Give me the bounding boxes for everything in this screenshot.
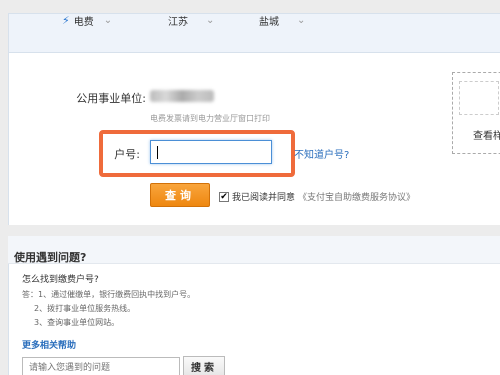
- query-button[interactable]: 查询: [150, 183, 210, 207]
- help-answer-2: 2、拨打事业单位服务热线。: [34, 304, 136, 313]
- help-search-button[interactable]: 搜索: [183, 356, 225, 375]
- lightning-icon: ⚡: [62, 14, 70, 27]
- baidu-watermark: Baidu 经验 jingyan.baidu.com: [376, 333, 496, 371]
- more-help-label: 更多相关帮助: [22, 341, 77, 351]
- forgot-account-link[interactable]: 不知道户号?: [294, 146, 349, 161]
- help-title: 使用遇到问题?: [14, 251, 87, 264]
- category-select[interactable]: ⚡ 电费 ⌄: [62, 13, 112, 28]
- bill-payment-page: ⚡ 电费 ⌄ 江苏 ⌄ 盐城 ⌄ 公用事业单位: 电费发票请到电力营业厅窗口打印…: [0, 0, 500, 375]
- view-sample-link[interactable]: 查看样: [473, 127, 500, 142]
- unit-note: 电费发票请到电力营业厅窗口打印: [150, 114, 270, 123]
- agreement-row: ✔ 我已阅读并同意 《支付宝自助缴费服务协议》: [219, 190, 415, 203]
- province-select[interactable]: 江苏 ⌄: [168, 13, 214, 28]
- text-caret: [157, 146, 158, 159]
- city-select-value: 盐城: [259, 17, 279, 28]
- watermark-url: jingyan.baidu.com: [376, 358, 459, 367]
- chevron-down-icon: ⌄: [103, 15, 113, 26]
- chevron-down-icon: ⌄: [297, 15, 306, 26]
- sample-bill-box[interactable]: 查看样: [452, 72, 500, 154]
- unit-label: 公用事业单位:: [76, 92, 146, 105]
- account-label: 户号:: [114, 148, 140, 161]
- agreement-link[interactable]: 《支付宝自助缴费服务协议》: [298, 190, 415, 203]
- agree-checkbox[interactable]: ✔: [219, 191, 229, 202]
- watermark-logo: Baidu 经验: [376, 338, 479, 358]
- help-answer-1: 答：1、通过催缴单，银行缴费回执中找到户号。: [22, 290, 196, 299]
- help-search-input[interactable]: [22, 357, 180, 375]
- chevron-down-icon: ⌄: [206, 15, 215, 26]
- unit-value-blurred: [150, 90, 214, 102]
- sample-image-placeholder: [459, 81, 499, 115]
- city-select[interactable]: 盐城 ⌄: [259, 13, 305, 28]
- agree-text: 我已阅读并同意: [232, 193, 296, 203]
- province-select-value: 江苏: [168, 17, 188, 28]
- help-answer-3: 3、查询事业单位网站。: [34, 318, 120, 327]
- category-select-value: 电费: [73, 17, 94, 28]
- help-question: 怎么找到缴费户号?: [22, 275, 99, 285]
- account-number-input[interactable]: [150, 140, 272, 164]
